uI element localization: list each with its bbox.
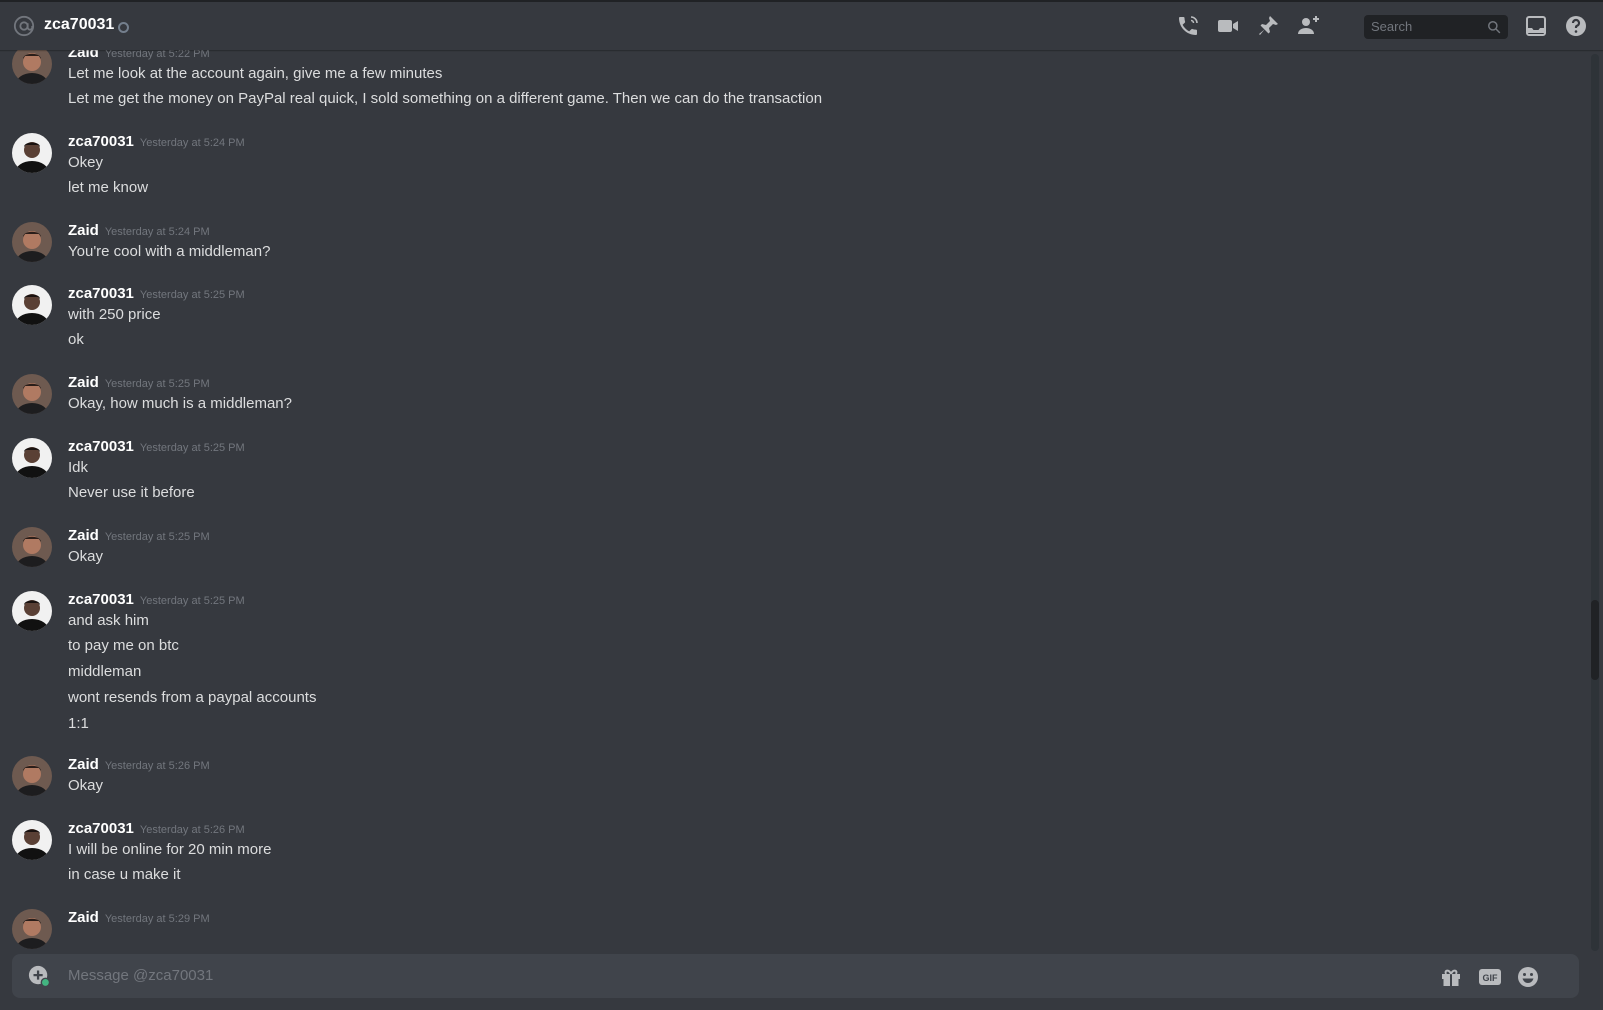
- gift-icon[interactable]: [1439, 965, 1463, 989]
- message-text: wont resends from a paypal accounts: [68, 689, 317, 706]
- message-text: ok: [68, 331, 84, 348]
- author-name[interactable]: Zaid: [68, 50, 99, 61]
- message-text: with 250 price: [68, 306, 161, 323]
- search-icon: [1487, 20, 1501, 34]
- message-text: Idk: [68, 459, 89, 476]
- channel-title: zca70031: [44, 16, 115, 33]
- author-name[interactable]: zca70031: [68, 438, 134, 455]
- message-text: Okay: [68, 777, 104, 794]
- message-text: middleman: [68, 663, 142, 680]
- avatar[interactable]: [12, 133, 52, 173]
- author-name[interactable]: zca70031: [68, 285, 134, 302]
- message-author[interactable]: Zaid Yesterday at 5:29 PM: [68, 909, 210, 926]
- message-author[interactable]: zca70031 Yesterday at 5:25 PM: [68, 438, 245, 455]
- message-author[interactable]: Zaid Yesterday at 5:26 PM: [68, 756, 210, 773]
- message-text: 1:1: [68, 715, 89, 732]
- message-timestamp: Yesterday at 5:26 PM: [104, 760, 210, 772]
- message-timestamp: Yesterday at 5:25 PM: [139, 595, 245, 607]
- author-name[interactable]: Zaid: [68, 909, 99, 926]
- message-author[interactable]: zca70031 Yesterday at 5:26 PM: [68, 820, 245, 837]
- message-list[interactable]: Zaid Yesterday at 5:22 PM Let me look at …: [0, 50, 1588, 953]
- avatar[interactable]: [12, 820, 52, 860]
- message-author[interactable]: Zaid Yesterday at 5:25 PM: [68, 374, 210, 391]
- avatar[interactable]: [12, 909, 52, 949]
- help-icon[interactable]: [1564, 14, 1588, 38]
- message-text: Let me get the money on PayPal real quic…: [68, 90, 823, 107]
- message-author[interactable]: Zaid Yesterday at 5:24 PM: [68, 222, 210, 239]
- message-timestamp: Yesterday at 5:22 PM: [104, 50, 210, 60]
- author-name[interactable]: Zaid: [68, 527, 99, 544]
- message-text: Okay, how much is a middleman?: [68, 395, 292, 412]
- message-author[interactable]: zca70031 Yesterday at 5:25 PM: [68, 285, 245, 302]
- status-indicator: [118, 22, 129, 33]
- avatar[interactable]: [12, 527, 52, 567]
- message-text: Let me look at the account again, give m…: [68, 65, 443, 82]
- message-author[interactable]: zca70031 Yesterday at 5:25 PM: [68, 591, 245, 608]
- avatar[interactable]: [12, 438, 52, 478]
- voice-call-icon[interactable]: [1176, 14, 1200, 38]
- author-name[interactable]: zca70031: [68, 133, 134, 150]
- scrollbar-thumb[interactable]: [1591, 600, 1599, 680]
- author-name[interactable]: Zaid: [68, 756, 99, 773]
- add-friend-icon[interactable]: [1296, 14, 1320, 38]
- channel-header: zca70031 Search: [0, 0, 1603, 50]
- message-timestamp: Yesterday at 5:29 PM: [104, 913, 210, 925]
- message-timestamp: Yesterday at 5:25 PM: [104, 378, 210, 390]
- avatar[interactable]: [12, 374, 52, 414]
- search-placeholder: Search: [1371, 19, 1413, 34]
- emoji-icon[interactable]: [1516, 965, 1540, 989]
- message-text: I will be online for 20 min more: [68, 841, 272, 858]
- author-name[interactable]: Zaid: [68, 374, 99, 391]
- message-text: Never use it before: [68, 484, 195, 501]
- video-call-icon[interactable]: [1216, 14, 1240, 38]
- author-name[interactable]: Zaid: [68, 222, 99, 239]
- message-text: Okey: [68, 154, 104, 171]
- avatar[interactable]: [12, 591, 52, 631]
- message-author[interactable]: zca70031 Yesterday at 5:24 PM: [68, 133, 245, 150]
- message-text: and ask him: [68, 612, 149, 629]
- search-input[interactable]: Search: [1364, 15, 1508, 39]
- message-composer: Message @zca70031 GIF: [12, 954, 1579, 998]
- inbox-icon[interactable]: [1524, 14, 1548, 38]
- message-timestamp: Yesterday at 5:26 PM: [139, 824, 245, 836]
- message-author[interactable]: Zaid Yesterday at 5:25 PM: [68, 527, 210, 544]
- message-text: let me know: [68, 179, 149, 196]
- avatar[interactable]: [12, 756, 52, 796]
- message-timestamp: Yesterday at 5:24 PM: [139, 137, 245, 149]
- message-timestamp: Yesterday at 5:25 PM: [139, 289, 245, 301]
- at-sign-icon: [13, 15, 35, 37]
- avatar[interactable]: [12, 50, 52, 84]
- message-input[interactable]: Message @zca70031: [68, 967, 213, 984]
- message-timestamp: Yesterday at 5:24 PM: [104, 226, 210, 238]
- message-text: in case u make it: [68, 866, 181, 883]
- message-text: You're cool with a middleman?: [68, 243, 271, 260]
- message-text: to pay me on btc: [68, 637, 179, 654]
- gif-icon[interactable]: GIF: [1478, 965, 1502, 989]
- avatar[interactable]: [12, 222, 52, 262]
- message-text: Okay: [68, 548, 104, 565]
- gif-label: GIF: [1483, 973, 1499, 983]
- message-author[interactable]: Zaid Yesterday at 5:22 PM: [68, 50, 210, 61]
- avatar[interactable]: [12, 285, 52, 325]
- message-timestamp: Yesterday at 5:25 PM: [104, 531, 210, 543]
- message-timestamp: Yesterday at 5:25 PM: [139, 442, 245, 454]
- add-attachment-icon[interactable]: [28, 965, 51, 988]
- author-name[interactable]: zca70031: [68, 820, 134, 837]
- pin-icon[interactable]: [1256, 14, 1280, 38]
- author-name[interactable]: zca70031: [68, 591, 134, 608]
- scrollbar[interactable]: [1591, 54, 1599, 951]
